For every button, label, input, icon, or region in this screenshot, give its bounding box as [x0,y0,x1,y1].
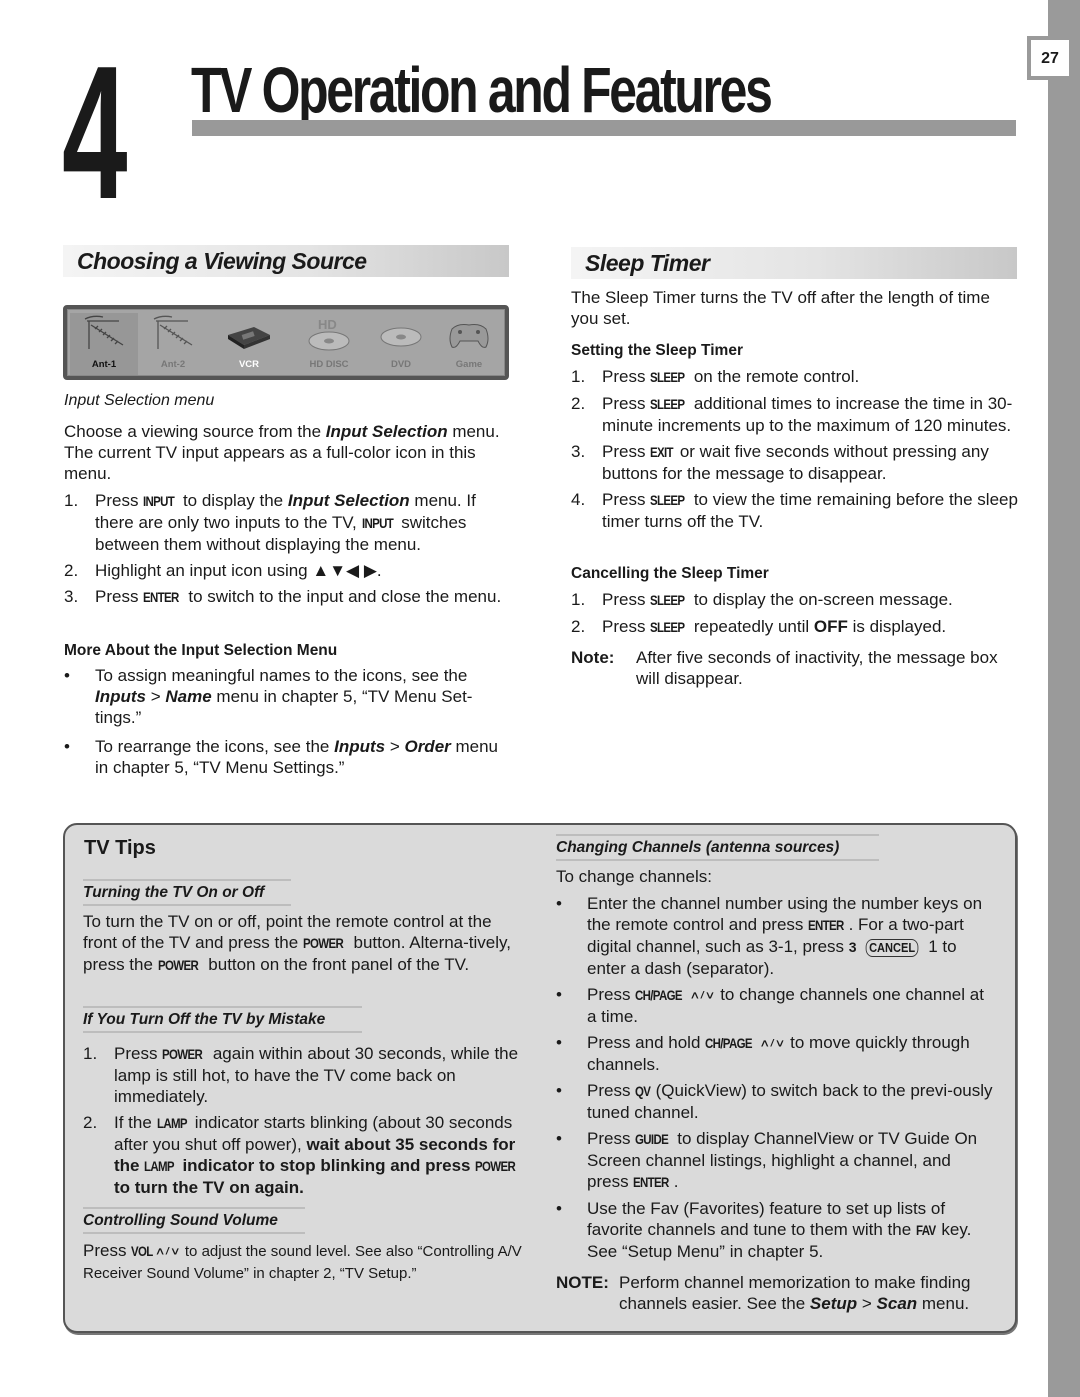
tip-turning-on-off-text: To turn the TV on or off, point the remo… [83,912,511,974]
list-item: 4. Press SLEEP to view the time remaining… [571,490,1018,531]
menu-item-ant-1[interactable]: Ant-1 [70,313,138,375]
tv-tips-title: TV Tips [84,837,156,859]
list-item: 1. Press POWER again within about 30 seco… [83,1044,519,1106]
viewing-source-steps: 1. Press INPUT to display the Input Selec… [64,490,509,613]
list-item: 3. Press EXIT or wait five seconds withou… [571,442,989,483]
antenna-icon [153,315,193,349]
tip-heading-mistake: If You Turn Off the TV by Mistake [83,1006,362,1033]
sleep-timer-note: Note: After five seconds of inactivity, t… [571,648,998,688]
list-item: • Press CH/PAGE ∧/∨ to change channels on… [556,985,984,1026]
input-selection-menu: Ant-1 Ant-2 VCR HD HD DISC DVD Game [63,305,509,380]
list-item: 2. Press SLEEP repeatedly until OFF is di… [571,617,947,636]
cancel-key-icon: CANCEL [865,939,919,957]
list-item: • Use the Fav (Favorites) feature to set … [556,1199,972,1261]
antenna-icon [84,315,124,349]
tip-channels-note: NOTE: Perform channel memorization to mak… [556,1273,971,1313]
setting-steps: 1. Press SLEEP on the remote control. 2. P… [571,366,1021,537]
list-item: 3. Press ENTER to switch to the input and… [64,587,502,606]
list-item: 2. If the LAMP indicator starts blinking … [83,1113,516,1197]
tip-mistake-steps: 1. Press POWER again within about 30 seco… [83,1043,523,1203]
cancel-steps: 1. Press SLEEP to display the on-screen m… [571,589,1021,643]
list-item: • Press QV (QuickView) to switch back to … [556,1081,993,1122]
menu-item-hd-disc[interactable]: HD HD DISC [295,313,363,375]
hd-disc-icon: HD [308,317,350,351]
menu-item-label: Ant-1 [91,359,117,370]
up-down-chevron-icon: ∧/∨ [689,989,716,1002]
list-item: 1. Press SLEEP to display the on-screen m… [571,590,953,609]
menu-item-vcr[interactable]: VCR [215,313,283,375]
vcr-icon [228,327,270,349]
list-item: • To rearrange the icons, see the Inputs … [64,737,499,777]
menu-item-ant-2[interactable]: Ant-2 [139,313,207,375]
viewing-source-intro: Choose a viewing source from the Input S… [64,422,500,483]
dvd-disc-icon [380,327,422,347]
subheading-more-about: More About the Input Selection Menu [64,642,338,659]
list-item: • Press GUIDE to display ChannelView or T… [556,1129,978,1191]
list-item: 1. Press SLEEP on the remote control. [571,367,860,386]
menu-item-dvd[interactable]: DVD [367,313,435,375]
menu-caption: Input Selection menu [64,392,215,409]
tip-channels-intro: To change channels: [556,867,712,886]
list-item: • Enter the channel number using the numb… [556,894,983,978]
menu-item-label: HD DISC [309,359,349,370]
list-item: 1. Press INPUT to display the Input Selec… [64,491,476,554]
tip-volume-text: Press VOL ∧/∨ to adjust the sound level.… [83,1241,522,1282]
list-item: • Press and hold CH/PAGE ∧/∨ to move quic… [556,1033,970,1074]
page-edge-tab [1048,0,1080,1397]
list-item: 2. Highlight an input icon using ▲▼◀ ▶. [64,561,382,580]
tip-channel-bullets: • Enter the channel number using the numb… [556,893,996,1267]
menu-item-label: VCR [238,359,260,370]
more-about-bullets: • To assign meaningful names to the icons… [64,665,509,783]
up-down-chevron-icon: ∧/∨ [759,1037,786,1050]
arrow-keys-icon: ▲▼◀ ▶ [312,561,377,580]
menu-item-label: Ant-2 [160,359,186,370]
menu-item-label: DVD [390,359,412,370]
up-down-chevron-icon: ∧/∨ [154,1245,181,1258]
subheading-setting-sleep-timer: Setting the Sleep Timer [571,342,743,359]
gamepad-icon [449,324,489,348]
tip-heading-volume: Controlling Sound Volume [83,1207,305,1234]
list-item: 2. Press SLEEP additional times to increa… [571,394,1013,435]
title-underline-bar [192,120,1016,136]
list-item: • To assign meaningful names to the icons… [64,666,473,727]
menu-item-label: Game [455,359,483,370]
menu-item-game[interactable]: Game [435,313,503,375]
tip-heading-turning-on-off: Turning the TV On or Off [83,879,291,906]
chapter-number: 4 [62,27,128,239]
svg-text:HD: HD [318,317,337,332]
section-heading-viewing-source: Choosing a Viewing Source [63,245,509,277]
page-number: 27 [1027,36,1069,80]
tip-heading-changing-channels: Changing Channels (antenna sources) [556,834,879,861]
subheading-cancelling-sleep-timer: Cancelling the Sleep Timer [571,565,769,582]
section-heading-sleep-timer: Sleep Timer [571,247,1017,279]
chapter-title: TV Operation and Features [191,54,773,126]
sleep-timer-intro: The Sleep Timer turns the TV off after t… [571,288,990,328]
